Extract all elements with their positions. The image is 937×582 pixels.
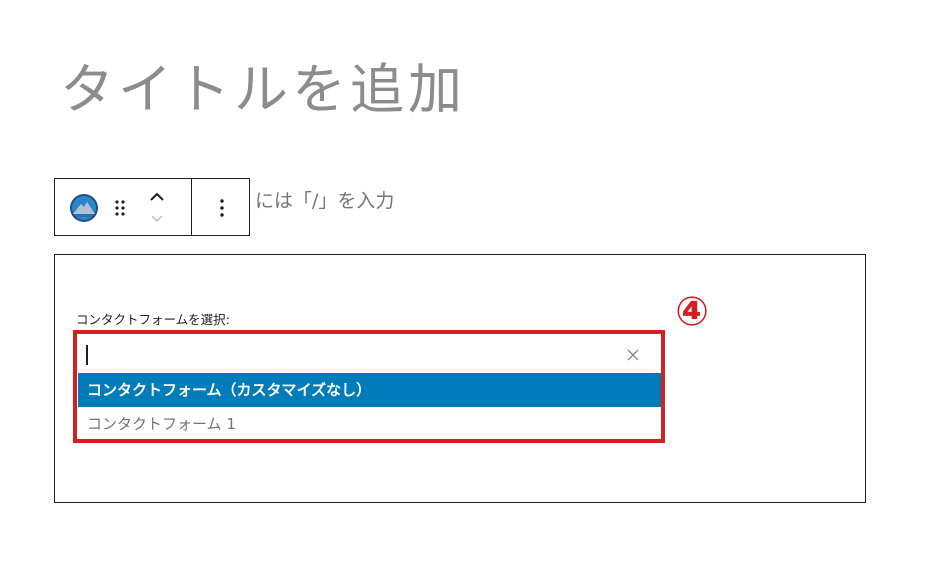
- drag-handle-icon[interactable]: [113, 198, 127, 218]
- select-label: コンタクトフォームを選択:: [76, 312, 230, 327]
- contact-form-block[interactable]: コンタクトフォームを選択: コンタクトフォーム（カスタマイズなし） コンタクトフ…: [54, 254, 866, 503]
- post-title-placeholder[interactable]: タイトルを追加: [60, 58, 466, 123]
- option-contact-form-1[interactable]: コンタクトフォーム 1: [78, 407, 662, 441]
- chevron-up-icon[interactable]: [147, 187, 167, 207]
- text-caret: [86, 345, 88, 365]
- option-contact-form-default[interactable]: コンタクトフォーム（カスタマイズなし）: [78, 373, 662, 407]
- annotation-step-number: ④: [675, 289, 709, 335]
- form-options-list: コンタクトフォーム（カスタマイズなし） コンタクトフォーム 1: [78, 373, 662, 441]
- form-select-combobox[interactable]: [78, 339, 662, 371]
- toolbar-group-options: [192, 179, 249, 235]
- block-appender-hint[interactable]: には「/」を入力: [255, 186, 394, 213]
- chevron-down-icon[interactable]: [147, 209, 167, 229]
- block-mover: [147, 187, 167, 229]
- close-icon[interactable]: [626, 348, 640, 362]
- form-search-input[interactable]: [86, 344, 606, 366]
- more-vertical-icon[interactable]: [218, 197, 226, 219]
- mountain-logo-icon[interactable]: [69, 193, 99, 223]
- toolbar-group-block: [55, 179, 192, 235]
- block-toolbar: [54, 178, 250, 236]
